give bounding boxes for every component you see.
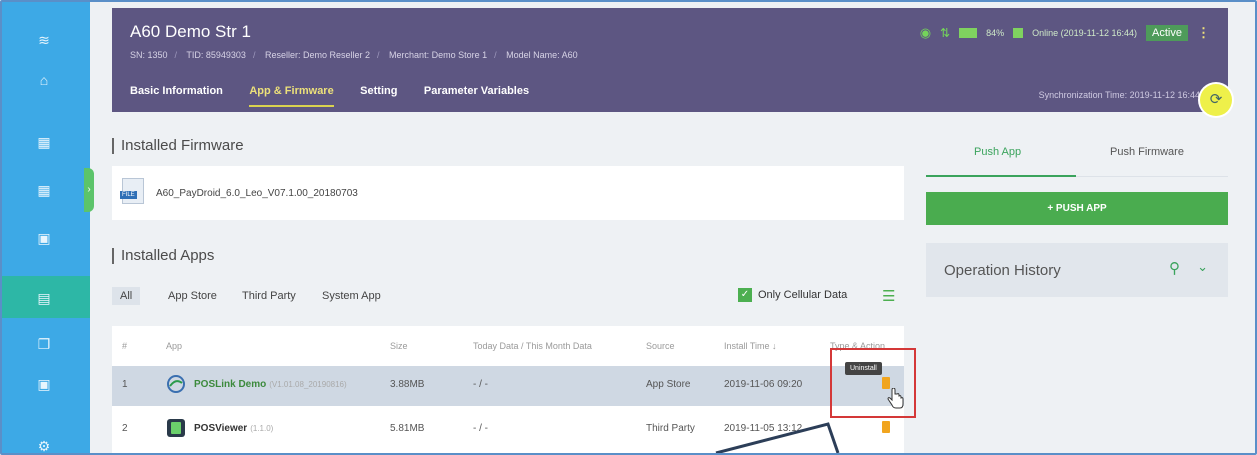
signal-icon: ⇅ <box>940 26 951 40</box>
push-tabs: Push App Push Firmware <box>926 130 1228 177</box>
only-cellular-label: Only Cellular Data <box>758 289 848 301</box>
tab-basic-information[interactable]: Basic Information <box>130 85 223 105</box>
sidebar-dashboard-icon[interactable]: ≋ <box>36 32 52 48</box>
app-name[interactable]: POSViewer <box>194 423 247 434</box>
sidebar-grid-icon[interactable]: ▦ <box>36 134 52 150</box>
operation-history-title: Operation History <box>944 262 1061 279</box>
installed-apps-title: Installed Apps <box>112 248 214 264</box>
col-size: Size <box>390 341 408 351</box>
app-name[interactable]: POSLink Demo <box>194 379 266 390</box>
table-row[interactable]: 2 POSViewer (1.1.0) 5.81MB - / - Third Pa… <box>112 410 904 450</box>
sidebar-terminal-icon[interactable]: ▤ <box>36 290 52 306</box>
installed-firmware-title: Installed Firmware <box>112 138 244 154</box>
status-badge: Active <box>1146 25 1188 41</box>
app-version: (1.1.0) <box>250 424 274 433</box>
online-check-icon <box>1013 28 1024 38</box>
uninstall-tooltip: Uninstall <box>845 362 882 375</box>
firmware-name: A60_PayDroid_6.0_Leo_V07.1.00_20180703 <box>156 188 358 199</box>
app-data: - / - <box>473 379 488 390</box>
app-version: (V1.01.08_20190816) <box>269 380 347 389</box>
app-size: 5.81MB <box>390 423 425 434</box>
app-source: Third Party <box>646 423 695 434</box>
app-install-time: 2019-11-06 09:20 <box>724 379 803 390</box>
apps-table: # App Size Today Data / This Month Data … <box>112 326 916 453</box>
sidebar-collapse-handle[interactable]: › <box>84 168 94 212</box>
device-merchant: Merchant: Demo Store 1 <box>389 50 488 60</box>
device-tabs: Basic Information App & Firmware Setting… <box>130 81 551 107</box>
app-filter-bar: All App Store Third Party System App ✓ O… <box>112 284 904 310</box>
battery-icon <box>959 28 978 38</box>
sync-time: Synchronization Time: 2019-11-12 16:44 <box>1038 90 1200 100</box>
device-header: A60 Demo Str 1 SN: 1350/ TID: 85949303/ … <box>112 8 1232 116</box>
wifi-icon: ◉ <box>919 25 932 40</box>
operation-history-panel: Operation History ⚲ ⌄ <box>926 243 1228 297</box>
tab-push-app[interactable]: Push App <box>974 146 1021 158</box>
app-name-cell: POSViewer (1.1.0) <box>194 423 273 434</box>
col-install-time[interactable]: Install Time ↓ <box>724 341 777 351</box>
file-icon: FILE <box>120 178 144 204</box>
device-reseller: Reseller: Demo Reseller 2 <box>264 50 371 60</box>
right-panel: Push App Push Firmware + PUSH APP Operat… <box>926 130 1228 297</box>
list-view-icon[interactable]: ☰ <box>882 287 895 305</box>
device-meta: SN: 1350/ TID: 85949303/ Reseller: Demo … <box>130 50 578 60</box>
col-index: # <box>122 341 128 351</box>
tab-setting[interactable]: Setting <box>360 85 397 105</box>
col-data: Today Data / This Month Data <box>473 341 592 351</box>
sidebar-report-icon[interactable]: ▣ <box>36 376 52 392</box>
search-icon[interactable]: ⚲ <box>1169 259 1180 277</box>
table-row[interactable]: 1 POSLink Demo (V1.01.08_20190816) 3.88MB… <box>112 366 904 406</box>
uninstall-button[interactable] <box>882 421 890 433</box>
sidebar: ≋ ⌂ ▦ ▦ ▣ ▤ ❐ ▣ ⚙ <box>2 2 90 453</box>
sidebar-clipboard-icon[interactable]: ▣ <box>36 230 52 246</box>
app-name-cell: POSLink Demo (V1.01.08_20190816) <box>194 379 347 390</box>
filter-system-app[interactable]: System App <box>322 290 381 302</box>
col-source: Source <box>646 341 675 351</box>
firmware-card: FILE A60_PayDroid_6.0_Leo_V07.1.00_20180… <box>112 166 904 220</box>
push-app-button[interactable]: + PUSH APP <box>926 192 1228 225</box>
active-tab-underline <box>926 175 1076 177</box>
battery-level: 84% <box>986 28 1005 38</box>
row-index: 1 <box>122 379 128 390</box>
sync-button[interactable]: ⟳ <box>1200 84 1232 116</box>
sidebar-home-icon[interactable]: ⌂ <box>36 72 52 88</box>
filter-third-party[interactable]: Third Party <box>242 290 296 302</box>
device-model: Model Name: A60 <box>506 50 578 60</box>
app-install-time: 2019-11-05 13:12 <box>724 423 803 434</box>
tab-push-firmware[interactable]: Push Firmware <box>1110 146 1184 158</box>
sidebar-apps-icon[interactable]: ▦ <box>36 182 52 198</box>
filter-app-store[interactable]: App Store <box>168 290 217 302</box>
sidebar-copy-icon[interactable]: ❐ <box>36 336 52 352</box>
device-sn: SN: 1350 <box>130 50 168 60</box>
app-window: ≋ ⌂ ▦ ▦ ▣ ▤ ❐ ▣ ⚙ › A60 Demo Str 1 SN: 1… <box>0 0 1257 455</box>
device-title: A60 Demo Str 1 <box>130 22 251 41</box>
sidebar-settings-icon[interactable]: ⚙ <box>36 438 52 453</box>
app-data: - / - <box>473 423 488 434</box>
device-tid: TID: 85949303 <box>186 50 246 60</box>
device-status: ◉ ⇅ 84% Online (2019-11-12 16:44) Active… <box>920 25 1210 41</box>
refresh-icon: ⟳ <box>1209 91 1223 108</box>
filter-all[interactable]: All <box>112 287 141 305</box>
app-source: App Store <box>646 379 691 390</box>
table-header: # App Size Today Data / This Month Data … <box>112 326 904 366</box>
col-app: App <box>166 341 183 351</box>
poslink-app-icon <box>167 375 185 393</box>
tab-parameter-variables[interactable]: Parameter Variables <box>424 85 529 105</box>
row-index: 2 <box>122 423 128 434</box>
hand-cursor-icon <box>887 388 904 409</box>
chevron-down-icon[interactable]: ⌄ <box>1197 259 1208 275</box>
app-size: 3.88MB <box>390 379 425 390</box>
online-status: Online (2019-11-12 16:44) <box>1032 28 1138 38</box>
tab-app-firmware[interactable]: App & Firmware <box>249 85 334 107</box>
more-menu-icon[interactable]: ⋮ <box>1197 25 1210 41</box>
posviewer-app-icon <box>167 419 185 437</box>
only-cellular-checkbox[interactable]: ✓ <box>738 288 752 302</box>
